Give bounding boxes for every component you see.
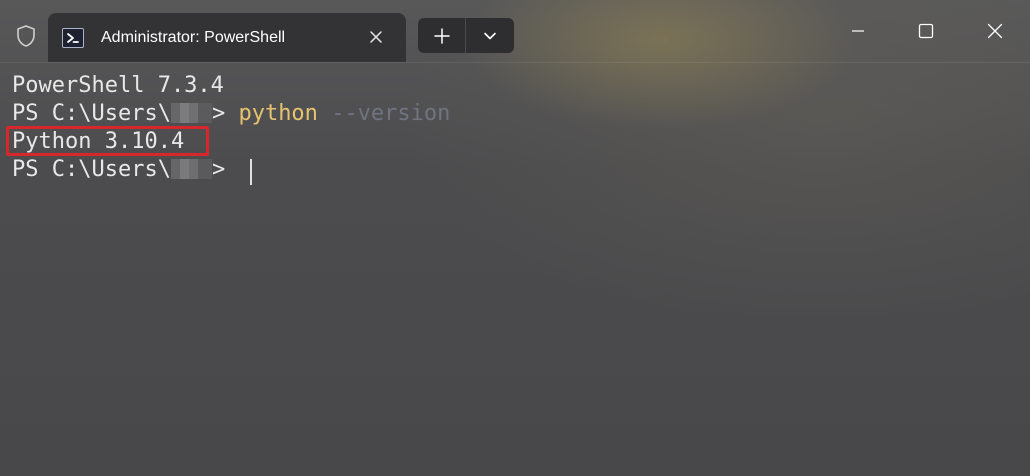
argument-text: --version: [331, 101, 451, 126]
prompt-suffix: >: [211, 157, 239, 182]
terminal-output[interactable]: PowerShell 7.3.4 PS C:\Users\ > python --…: [0, 63, 1030, 476]
tab-title: Administrator: PowerShell: [101, 28, 286, 46]
prompt-prefix: PS C:\Users\: [12, 157, 171, 182]
maximize-icon: [918, 23, 934, 39]
tab-powershell[interactable]: Administrator: PowerShell: [48, 13, 406, 62]
terminal-window: Administrator: PowerShell PowerShell 7.3…: [0, 0, 1030, 476]
title-bar[interactable]: Administrator: PowerShell: [0, 0, 1030, 63]
command-text: python: [238, 101, 318, 126]
powershell-icon: [62, 27, 84, 48]
minimize-button[interactable]: [824, 0, 892, 62]
chevron-down-icon: [484, 32, 496, 39]
prompt-suffix: >: [211, 101, 239, 126]
close-icon: [987, 23, 1003, 39]
tab-dropdown-button[interactable]: [466, 18, 514, 53]
text-cursor: [250, 159, 252, 185]
command-line: PS C:\Users\ > python --version: [12, 100, 450, 128]
minimize-icon: [852, 30, 864, 32]
redacted-username: [170, 158, 212, 179]
new-tab-button[interactable]: [418, 18, 466, 53]
redacted-username: [170, 102, 212, 123]
shield-icon: [12, 22, 40, 50]
new-tab-group: [418, 18, 514, 53]
current-prompt: PS C:\Users\ >: [12, 156, 238, 184]
prompt-prefix: PS C:\Users\: [12, 101, 171, 126]
maximize-button[interactable]: [892, 0, 960, 62]
plus-icon: [433, 27, 450, 44]
output-highlight: [6, 126, 209, 156]
close-tab-icon[interactable]: [364, 25, 388, 49]
version-line: PowerShell 7.3.4: [12, 73, 224, 98]
close-window-button[interactable]: [961, 0, 1029, 62]
